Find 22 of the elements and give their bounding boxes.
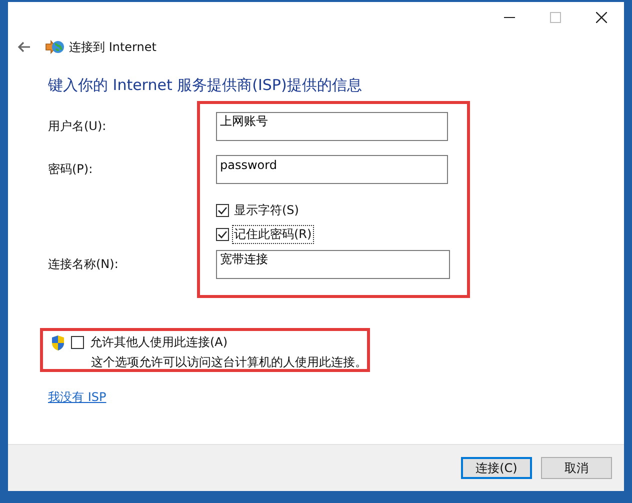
input-field[interactable]: 上网账号 (216, 112, 448, 141)
checkbox[interactable] (71, 336, 84, 349)
checkbox[interactable] (216, 228, 229, 240)
cancel-button[interactable]: 取消 (541, 457, 612, 479)
connect-button[interactable]: 连接(C) (461, 457, 532, 479)
field-label: 密码(P): (48, 161, 94, 178)
network-globe-icon (45, 39, 65, 55)
back-arrow-icon[interactable] (17, 41, 31, 53)
checkbox[interactable] (216, 204, 229, 216)
page-heading: 键入你的 Internet 服务提供商(ISP)提供的信息 (48, 76, 363, 96)
field-label: 连接名称(N): (48, 256, 120, 273)
option-description: 这个选项允许可以访问这台计算机的人使用此连接。 (91, 354, 367, 371)
shield-icon (51, 334, 65, 350)
field-label: 用户名(U): (48, 118, 108, 135)
no-isp-link[interactable]: 我没有 ISP (48, 389, 106, 406)
input-field[interactable]: password (216, 155, 448, 184)
input-field[interactable]: 宽带连接 (216, 250, 450, 279)
window-title: 连接到 Internet (69, 38, 156, 56)
close-icon[interactable] (596, 12, 606, 22)
checkbox-label[interactable]: 允许其他人使用此连接(A) (90, 334, 228, 351)
checkbox-label[interactable]: 显示字符(S) (232, 200, 301, 220)
checkbox-label[interactable]: 记住此密码(R) (232, 224, 314, 244)
